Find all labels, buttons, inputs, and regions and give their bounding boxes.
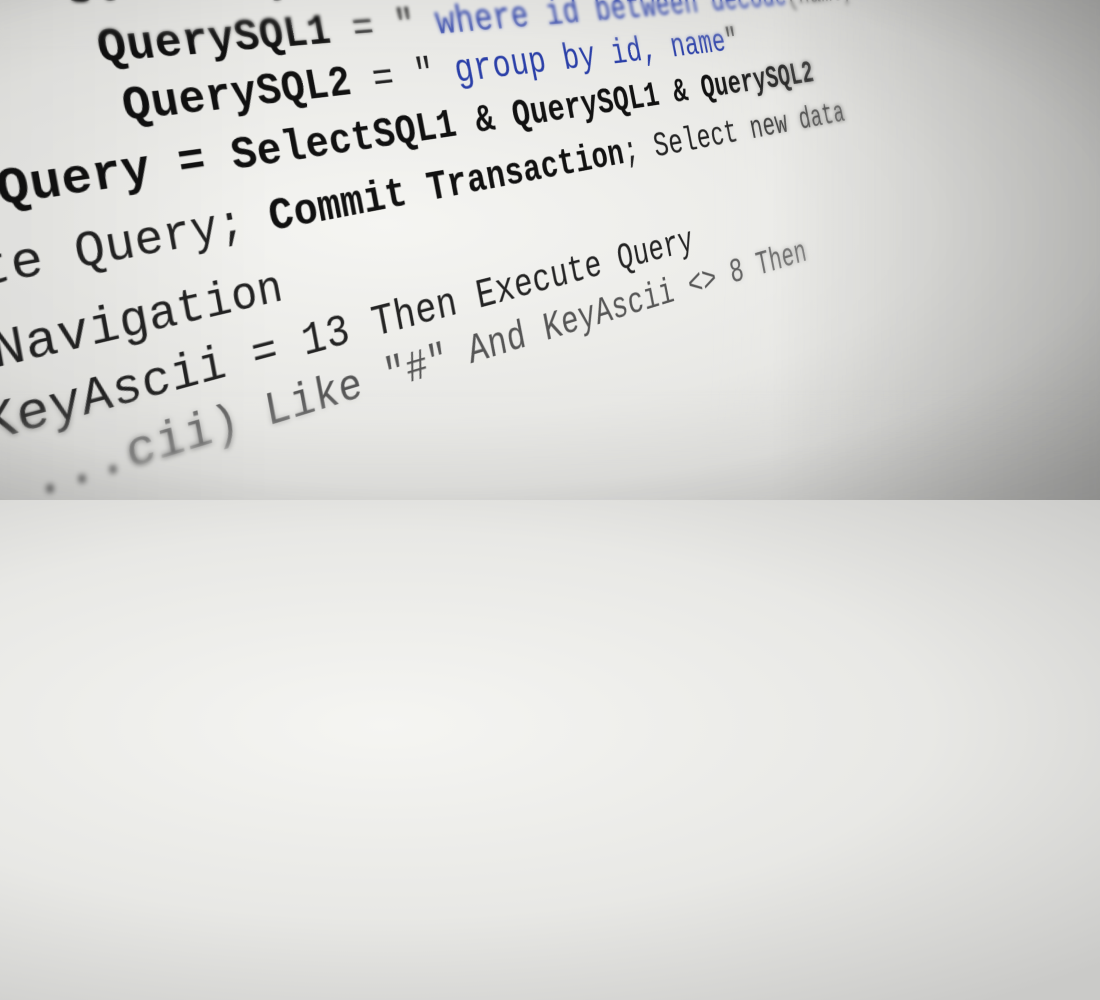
code-text: = " [326,2,440,56]
code-text: = " [347,50,459,107]
code-photo-scene: ...se provider", username=dbuser;Passw D… [0,0,1100,500]
code-page: ...se provider", username=dbuser;Passw D… [0,0,989,983]
